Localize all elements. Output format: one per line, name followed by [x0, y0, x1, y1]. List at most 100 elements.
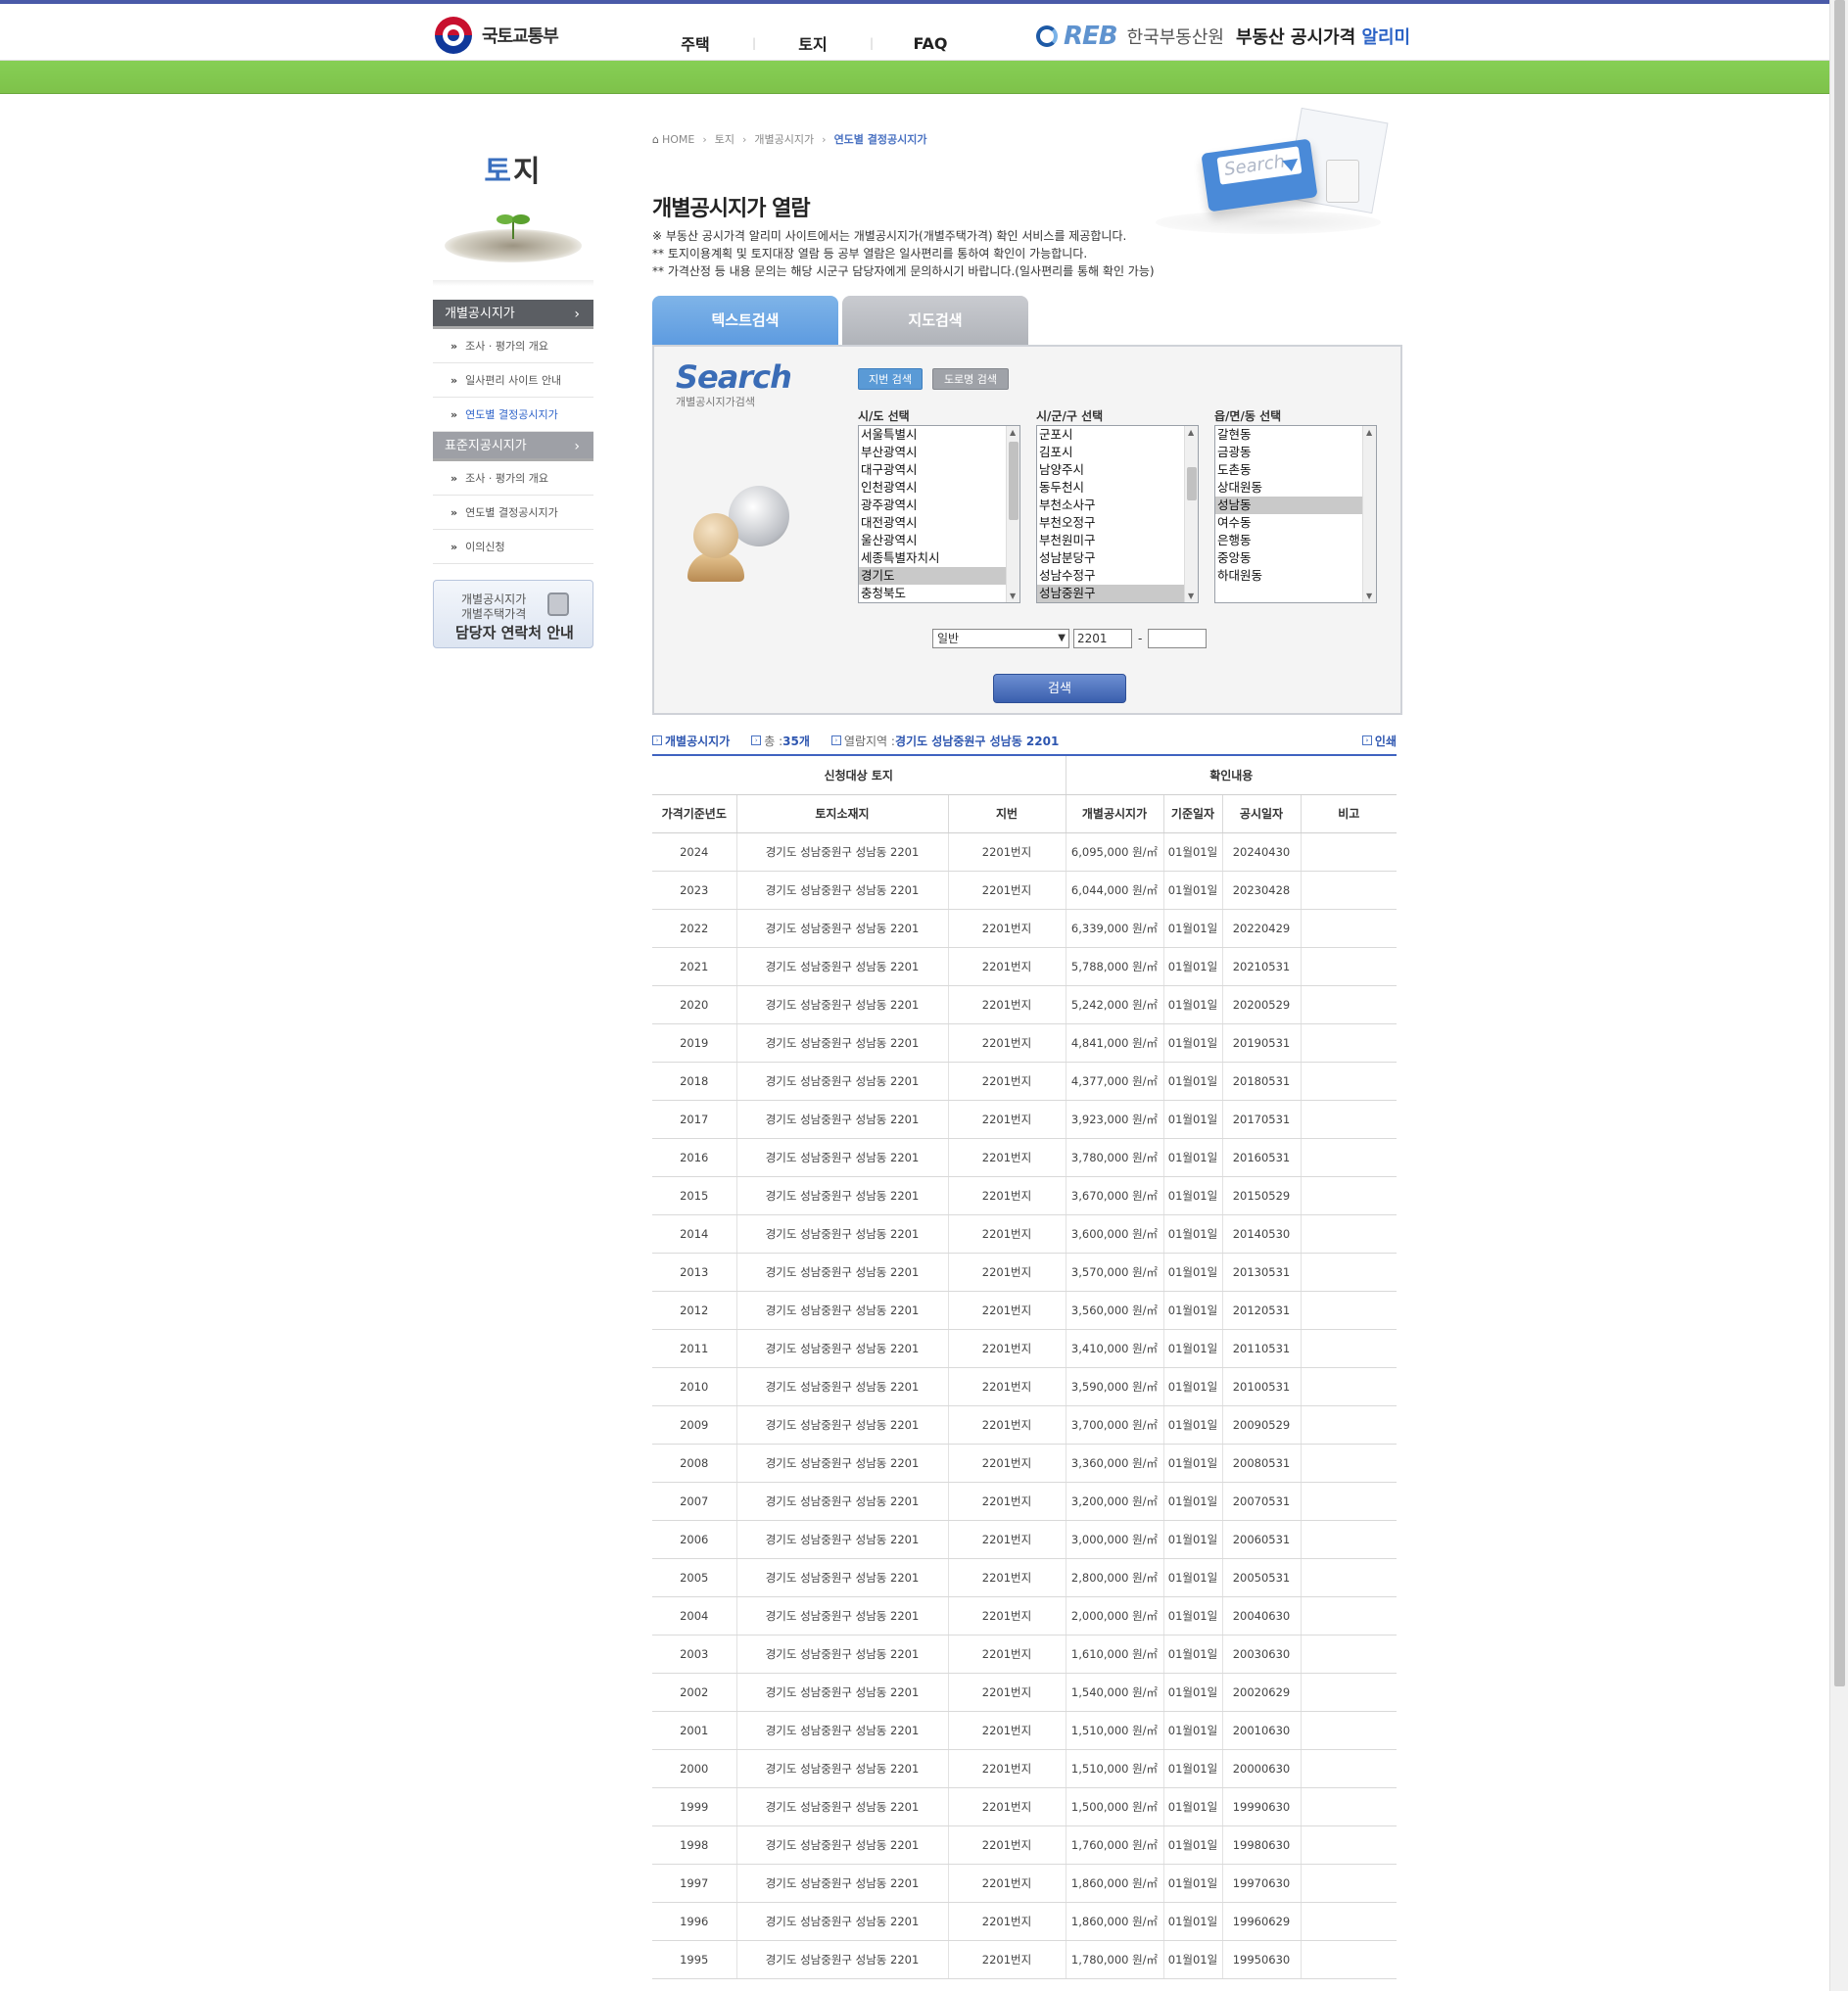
listbox-option[interactable]: 갈현동	[1215, 426, 1376, 444]
listbox-option[interactable]: 금광동	[1215, 444, 1376, 461]
listbox-scrollbar[interactable]: ▲ ▼	[1184, 426, 1198, 602]
listbox-option[interactable]: 김포시	[1037, 444, 1198, 461]
group-header-target-land: 신청대상 토지	[652, 756, 1066, 795]
scroll-down-icon[interactable]: ▼	[1010, 592, 1016, 600]
sidebar-item-std-yearly-price[interactable]: » 연도별 결정공시지가	[433, 496, 593, 530]
sigungu-listbox[interactable]: 군포시 김포시 남양주시 동두천시 부천소사구 부천오정구 부천원미구 성남분당구 성남수정구 성…	[1036, 425, 1199, 603]
nav-housing[interactable]: 주택	[646, 31, 744, 55]
listbox-option[interactable]: 광주광역시	[859, 497, 1019, 514]
listbox-option[interactable]: 여수동	[1215, 514, 1376, 532]
lot-number-search-button[interactable]: 지번 검색	[858, 368, 923, 390]
table-cell	[1301, 1864, 1398, 1903]
sidebar-item-survey-overview[interactable]: » 조사 · 평가의 개요	[433, 329, 593, 363]
table-cell: 2013	[652, 1253, 737, 1292]
listbox-option[interactable]: 대구광역시	[859, 461, 1019, 479]
listbox-option[interactable]: 성남수정구	[1037, 567, 1198, 585]
taegeuk-icon	[435, 17, 472, 54]
telephone-icon	[547, 593, 569, 616]
listbox-option[interactable]: 동두천시	[1037, 479, 1198, 497]
listbox-option[interactable]: 서울특별시	[859, 426, 1019, 444]
table-cell: 19990630	[1222, 1787, 1302, 1826]
scroll-down-icon[interactable]: ▼	[1188, 592, 1194, 600]
listbox-option[interactable]: 부천원미구	[1037, 532, 1198, 549]
contact-info-banner[interactable]: 개별공시지가 개별주택가격 담당자 연락처 안내	[433, 580, 593, 648]
listbox-scrollbar[interactable]: ▲ ▼	[1362, 426, 1376, 602]
ministry-name: 국토교통부	[482, 26, 559, 47]
sidebar-item-yearly-price[interactable]: » 연도별 결정공시지가	[433, 398, 593, 432]
page-scroll-thumb[interactable]	[1834, 0, 1845, 1686]
table-cell: 경기도 성남중원구 성남동 2201	[736, 1138, 949, 1177]
table-cell	[1301, 1062, 1398, 1101]
print-button[interactable]: › 인쇄	[1361, 733, 1397, 749]
listbox-option[interactable]: 상대원동	[1215, 479, 1376, 497]
listbox-option[interactable]: 남양주시	[1037, 461, 1198, 479]
breadcrumb-individual-price[interactable]: 개별공시지가	[754, 131, 814, 147]
table-cell	[1301, 1138, 1398, 1177]
nav-land[interactable]: 토지	[764, 31, 862, 55]
table-cell: 2011	[652, 1329, 737, 1368]
price-table-wrapper: 신청대상 토지 확인내용 가격기준년도 토지소재지 지번 개별공시지가 기준일자 공시일자…	[652, 754, 1398, 1979]
scroll-up-icon[interactable]: ▲	[1010, 428, 1016, 437]
land-type-select[interactable]: 일반 ▼	[932, 629, 1069, 648]
sidebar-item-std-survey-overview[interactable]: » 조사 · 평가의 개요	[433, 461, 593, 496]
nav-faq[interactable]: FAQ	[881, 34, 979, 53]
sidebar-title: 토지	[433, 147, 593, 190]
search-button[interactable]: 검색	[993, 674, 1126, 703]
listbox-option[interactable]: 군포시	[1037, 426, 1198, 444]
listbox-option[interactable]: 은행동	[1215, 532, 1376, 549]
bullet-icon: »	[450, 408, 458, 421]
breadcrumb-home[interactable]: HOME	[662, 133, 694, 146]
listbox-option[interactable]: 중앙동	[1215, 549, 1376, 567]
table-cell: 2201번지	[948, 1940, 1066, 1979]
listbox-option[interactable]: 경기도	[859, 567, 1019, 585]
listbox-option[interactable]: 성남중원구	[1037, 585, 1198, 602]
reb-logo[interactable]: REB 한국부동산원 부동산 공시가격 알리미	[1036, 22, 1410, 51]
listbox-option[interactable]: 부천소사구	[1037, 497, 1198, 514]
sub-number-input[interactable]	[1148, 629, 1208, 648]
listbox-option[interactable]: 성남분당구	[1037, 549, 1198, 567]
scroll-down-icon[interactable]: ▼	[1366, 592, 1372, 600]
scroll-thumb[interactable]	[1009, 442, 1019, 520]
listbox-option[interactable]: 부산광역시	[859, 444, 1019, 461]
listbox-option[interactable]: 인천광역시	[859, 479, 1019, 497]
sidebar-item-objection[interactable]: » 이의신청	[433, 530, 593, 564]
sidebar-menu-standard-price[interactable]: 표준지공시지가 ›	[433, 432, 593, 461]
table-cell: 01월01일	[1163, 1367, 1223, 1406]
listbox-option[interactable]: 울산광역시	[859, 532, 1019, 549]
column-header: 공시일자	[1222, 794, 1302, 833]
note-line: ** 가격산정 등 내용 문의는 해당 시군구 담당자에게 문의하시기 바랍니다…	[652, 264, 1155, 278]
tab-text-search[interactable]: 텍스트검색	[652, 296, 838, 345]
table-cell	[1301, 1023, 1398, 1063]
tab-map-search[interactable]: 지도검색	[842, 296, 1028, 345]
listbox-option[interactable]: 성남동	[1215, 497, 1376, 514]
sido-listbox[interactable]: 서울특별시 부산광역시 대구광역시 인천광역시 광주광역시 대전광역시 울산광역시 세종특별자…	[858, 425, 1020, 603]
table-cell: 2016	[652, 1138, 737, 1177]
table-cell: 19960629	[1222, 1902, 1302, 1941]
listbox-option[interactable]: 충청북도	[859, 585, 1019, 602]
dong-listbox[interactable]: 갈현동 금광동 도촌동 상대원동 성남동 여수동 은행동 중앙동 하대원동 ▲ ▼	[1214, 425, 1377, 603]
table-cell: 2201번지	[948, 1100, 1066, 1139]
breadcrumb-land[interactable]: 토지	[715, 131, 734, 147]
listbox-option[interactable]: 도촌동	[1215, 461, 1376, 479]
table-cell: 2201번지	[948, 1176, 1066, 1215]
banner-line2: 개별주택가격	[461, 607, 527, 621]
sidebar-divider	[433, 280, 593, 286]
scroll-up-icon[interactable]: ▲	[1188, 428, 1194, 437]
table-cell: 2201번지	[948, 947, 1066, 986]
sidebar-item-ilsa-site[interactable]: » 일사편리 사이트 안내	[433, 363, 593, 398]
table-row: 2006 경기도 성남중원구 성남동 2201 2201번지 3,000,000 원/…	[652, 1520, 1398, 1559]
listbox-scrollbar[interactable]: ▲ ▼	[1006, 426, 1019, 602]
table-cell: 경기도 성남중원구 성남동 2201	[736, 1367, 949, 1406]
listbox-option[interactable]: 부천오정구	[1037, 514, 1198, 532]
page-scrollbar[interactable]	[1829, 0, 1848, 1991]
road-name-search-button[interactable]: 도로명 검색	[932, 368, 1009, 390]
scroll-thumb[interactable]	[1187, 467, 1197, 500]
ministry-logo[interactable]: 국토교통부	[435, 17, 559, 54]
listbox-option[interactable]: 하대원동	[1215, 567, 1376, 585]
scroll-up-icon[interactable]: ▲	[1366, 428, 1372, 437]
table-cell: 20120531	[1222, 1291, 1302, 1330]
listbox-option[interactable]: 대전광역시	[859, 514, 1019, 532]
sidebar-menu-individual-price[interactable]: 개별공시지가 ›	[433, 300, 593, 329]
main-number-input[interactable]: 2201	[1073, 629, 1132, 648]
listbox-option[interactable]: 세종특별자치시	[859, 549, 1019, 567]
